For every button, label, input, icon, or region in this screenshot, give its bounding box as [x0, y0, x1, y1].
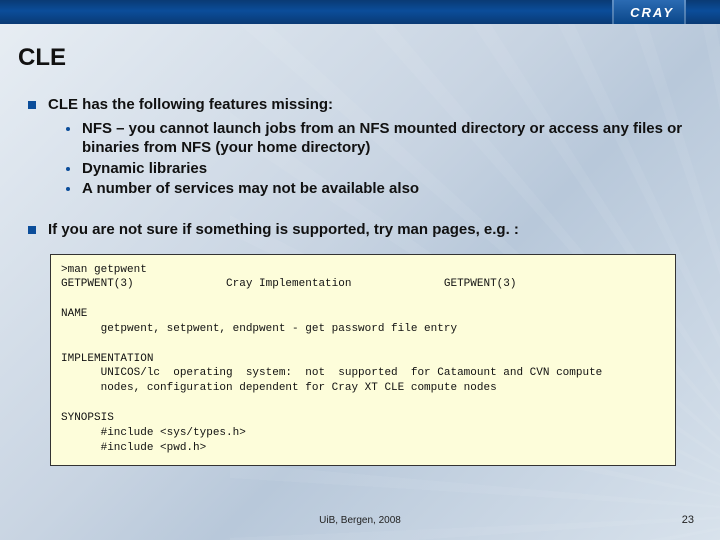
sub-bullet-text: Dynamic libraries [82, 159, 207, 179]
sub-bullet-list: NFS – you cannot launch jobs from an NFS… [66, 119, 692, 199]
sub-bullet-item: A number of services may not be availabl… [66, 179, 692, 199]
bullet-text: If you are not sure if something is supp… [48, 221, 519, 240]
sub-bullet-text: NFS – you cannot launch jobs from an NFS… [82, 119, 692, 158]
dot-bullet-icon [66, 167, 70, 171]
dot-bullet-icon [66, 187, 70, 191]
sub-bullet-item: Dynamic libraries [66, 159, 692, 179]
code-block: >man getpwent GETPWENT(3) Cray Implement… [50, 254, 676, 467]
slide-title: CLE [18, 44, 66, 72]
square-bullet-icon [28, 101, 36, 109]
square-bullet-icon [28, 226, 36, 234]
bullet-item: If you are not sure if something is supp… [28, 221, 692, 240]
brand-text: CRAY [630, 5, 674, 20]
top-bar: CRAY [0, 0, 720, 24]
bullet-item: CLE has the following features missing: [28, 96, 692, 115]
slide-content: CLE has the following features missing: … [28, 96, 692, 466]
sub-bullet-item: NFS – you cannot launch jobs from an NFS… [66, 119, 692, 158]
footer-page-number: 23 [682, 514, 694, 526]
dot-bullet-icon [66, 127, 70, 131]
footer-center: UiB, Bergen, 2008 [0, 515, 720, 526]
bullet-text: CLE has the following features missing: [48, 96, 333, 115]
sub-bullet-text: A number of services may not be availabl… [82, 179, 419, 199]
slide: CRAY CLE CLE has the following features … [0, 0, 720, 540]
brand-logo: CRAY [612, 0, 686, 24]
